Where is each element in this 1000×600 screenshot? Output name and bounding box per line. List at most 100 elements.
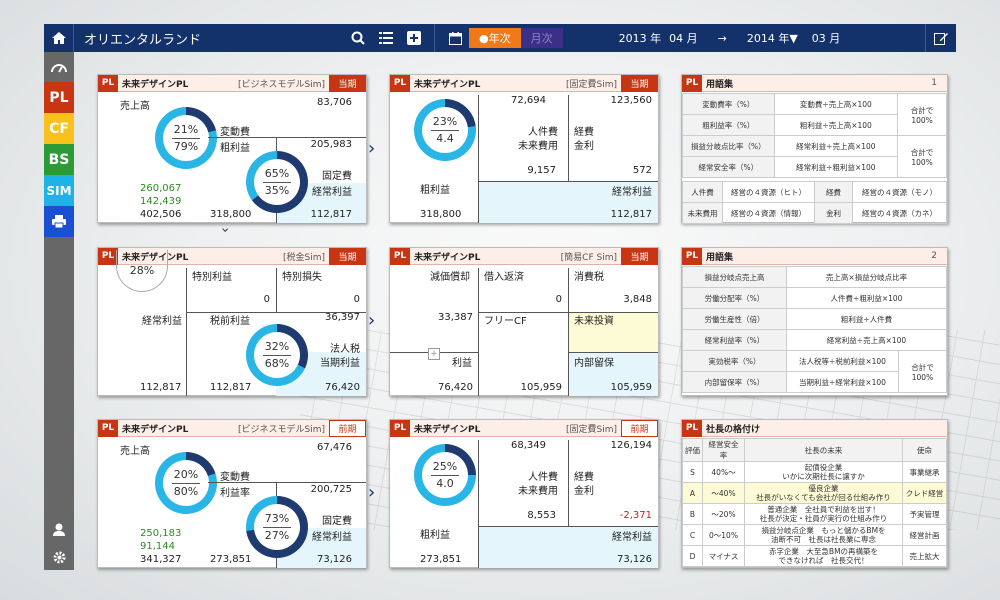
retained-earnings-value: 105,959 (610, 382, 652, 393)
value-3: 112,817 (310, 209, 352, 220)
chevron-right-icon[interactable]: › (368, 138, 375, 159)
pl-card-fixed-current: PL 未来デザインPL [固定費Sim] 当期 23% 4.4 72,694 123,5… (389, 74, 659, 223)
period-badge[interactable]: 前期 (329, 419, 366, 437)
period-badge[interactable]: 当期 (329, 247, 366, 265)
card-title: 未来デザインPL (414, 79, 481, 90)
gross-profit-value: 205,983 (310, 139, 352, 150)
to-year-select[interactable]: 2014 年▼ (747, 30, 798, 46)
dashboard-icon[interactable] (44, 52, 74, 82)
ordinary-profit-value: 112,817 (610, 209, 652, 220)
expand-plus-button[interactable]: + (428, 348, 440, 360)
expense-value: 126,194 (610, 440, 652, 451)
card-subtitle: [簡易CF Sim] (560, 252, 617, 263)
from-month[interactable]: 04 月 (669, 30, 698, 46)
sales-label: 売上高 (120, 101, 150, 112)
period-badge[interactable]: 前期 (621, 419, 658, 437)
definition: 経営の４資源（モノ） (852, 181, 947, 203)
sidebar-item-pl[interactable]: PL (44, 82, 74, 113)
chevron-down-icon[interactable]: › (217, 227, 233, 233)
special-gain-value: 0 (263, 294, 270, 305)
chevron-right-icon[interactable]: › (368, 482, 375, 503)
sales-value: 67,476 (317, 442, 352, 453)
card-number: 2 (931, 251, 937, 261)
table-row: S 40%～ 起債役企業 いかに次期社長に譲すか 事業継承 (682, 461, 947, 483)
term: 実効税率（%） (682, 350, 787, 372)
pl-tag: PL (682, 74, 702, 92)
safety-rate: ～40% (702, 482, 745, 504)
term: 未来費用 (682, 202, 723, 224)
print-icon[interactable] (44, 206, 74, 237)
table-row: D マイナス 赤字企業 大至急BMの再構築を できなければ 社長交代！ 売上拡大 (682, 545, 947, 567)
mission: 売上拡大 (902, 545, 947, 567)
top-bar: オリエンタルランド ●年次 月次 2013 年 04 月 → 2014 年▼ 0… (44, 24, 956, 52)
loan-repayment-value: 0 (555, 294, 562, 305)
interest-value: 572 (632, 165, 652, 176)
mission: クレド経営 (902, 482, 947, 504)
definition: 粗利益÷売上高×100 (773, 114, 899, 136)
table-row: C 0～10% 損益分岐点企業 もっと儲かるBMを 油断不可 社長は社長業に専念 経営… (682, 524, 947, 546)
donut-ratio: 4.0 (436, 476, 454, 490)
pl-tag: PL (390, 419, 410, 437)
donut-ratio: 4.4 (436, 131, 454, 145)
pl-tag: PL (682, 419, 702, 437)
gross-profit-label: 粗利益 (420, 530, 450, 541)
sales-value: 83,706 (317, 97, 352, 108)
rule (208, 482, 366, 483)
search-icon[interactable] (344, 24, 372, 52)
edit-icon[interactable] (926, 24, 956, 52)
tax-rate-pct: 28% (129, 264, 155, 277)
corporate-tax-label: 法人税 (330, 344, 360, 355)
rating-table: 評価 経営安全率 社長の未来 使命 S 40%～ 起債役企業 いかに次期社長に譲すか 事業継… (682, 438, 947, 567)
settings-gear-icon[interactable] (44, 542, 74, 573)
ordinary-profit-label: 経常利益 (312, 187, 352, 198)
card-title: 社長の格付け (706, 424, 761, 435)
expense-label: 経費 (574, 127, 594, 138)
value-2: 318,800 (210, 209, 252, 220)
home-icon[interactable] (44, 24, 74, 52)
period-badge[interactable]: 当期 (329, 74, 366, 92)
chevron-right-icon[interactable]: › (368, 310, 375, 331)
ordinary-profit-label: 経常利益 (142, 316, 182, 327)
glossary-card-2: PL 用語集 2 損益分岐点売上高 売上高×損益分岐点比率 労働分配率（%） 人件費÷粗… (681, 247, 948, 396)
labor-value: 68,349 (511, 440, 546, 451)
rule (478, 181, 658, 182)
glossary-table: 変動費率（%） 変動費÷売上高×100 合計で100% 粗利益率（%） 粗利益÷売上高… (682, 93, 947, 178)
rule (568, 95, 569, 181)
pl-tag: PL (390, 247, 410, 265)
future-text: 損益分岐点企業 もっと儲かるBMを 油断不可 社長は社長業に専念 (744, 524, 903, 546)
period-badge[interactable]: 当期 (621, 74, 658, 92)
to-month[interactable]: 03 月 (812, 30, 841, 46)
labor-ratio-donut: 23% 4.4 (414, 99, 476, 161)
pl-tag: PL (98, 247, 118, 265)
pl-tag: PL (98, 419, 118, 437)
add-icon[interactable] (400, 24, 428, 52)
green-value-2: 142,439 (140, 196, 182, 207)
year-toggle-button[interactable]: ●年次 (469, 28, 521, 48)
donut-pct-top: 21% (173, 122, 199, 136)
donut-pct-bottom: 27% (264, 528, 290, 542)
table-row: A ～40% 優良企業 社長がいなくても会社が回る仕組み作り クレド経営 (682, 482, 947, 504)
glossary-card-1: PL 用語集 1 変動費率（%） 変動費÷売上高×100 合計で100% 粗利益率（%）… (681, 74, 948, 224)
donut-pct-top: 32% (264, 339, 290, 353)
future-cost-value: 8,553 (527, 510, 556, 521)
range-arrow: → (717, 31, 727, 45)
definition: 経常利益÷売上高×100 (773, 135, 899, 157)
table-row: B ～20% 普通企業 全社員で利益を出す！ 社長が決定・社員が実行の仕組み作り 予実… (682, 503, 947, 525)
user-icon[interactable] (44, 514, 74, 545)
pretax-profit-value: 112,817 (210, 382, 252, 393)
rule (568, 440, 569, 526)
note: 合計で100% (898, 350, 947, 393)
definition: 変動費÷売上高×100 (773, 93, 899, 115)
from-year[interactable]: 2013 年 (619, 30, 662, 46)
fixed-cost-donut: 65% 35% (246, 151, 308, 213)
sidebar-item-cf[interactable]: CF (44, 113, 74, 144)
card-subtitle: [ビジネスモデルSim] (237, 79, 325, 90)
sidebar-item-sim[interactable]: SIM (44, 175, 74, 206)
month-toggle-button[interactable]: 月次 (520, 28, 563, 48)
sidebar-item-bs[interactable]: BS (44, 144, 74, 175)
sales-label: 売上高 (120, 446, 150, 457)
calendar-icon[interactable] (441, 24, 469, 52)
future-text: 普通企業 全社員で利益を出す！ 社長が決定・社員が実行の仕組み作り (744, 503, 903, 525)
list-icon[interactable] (372, 24, 400, 52)
period-badge[interactable]: 当期 (621, 247, 658, 265)
